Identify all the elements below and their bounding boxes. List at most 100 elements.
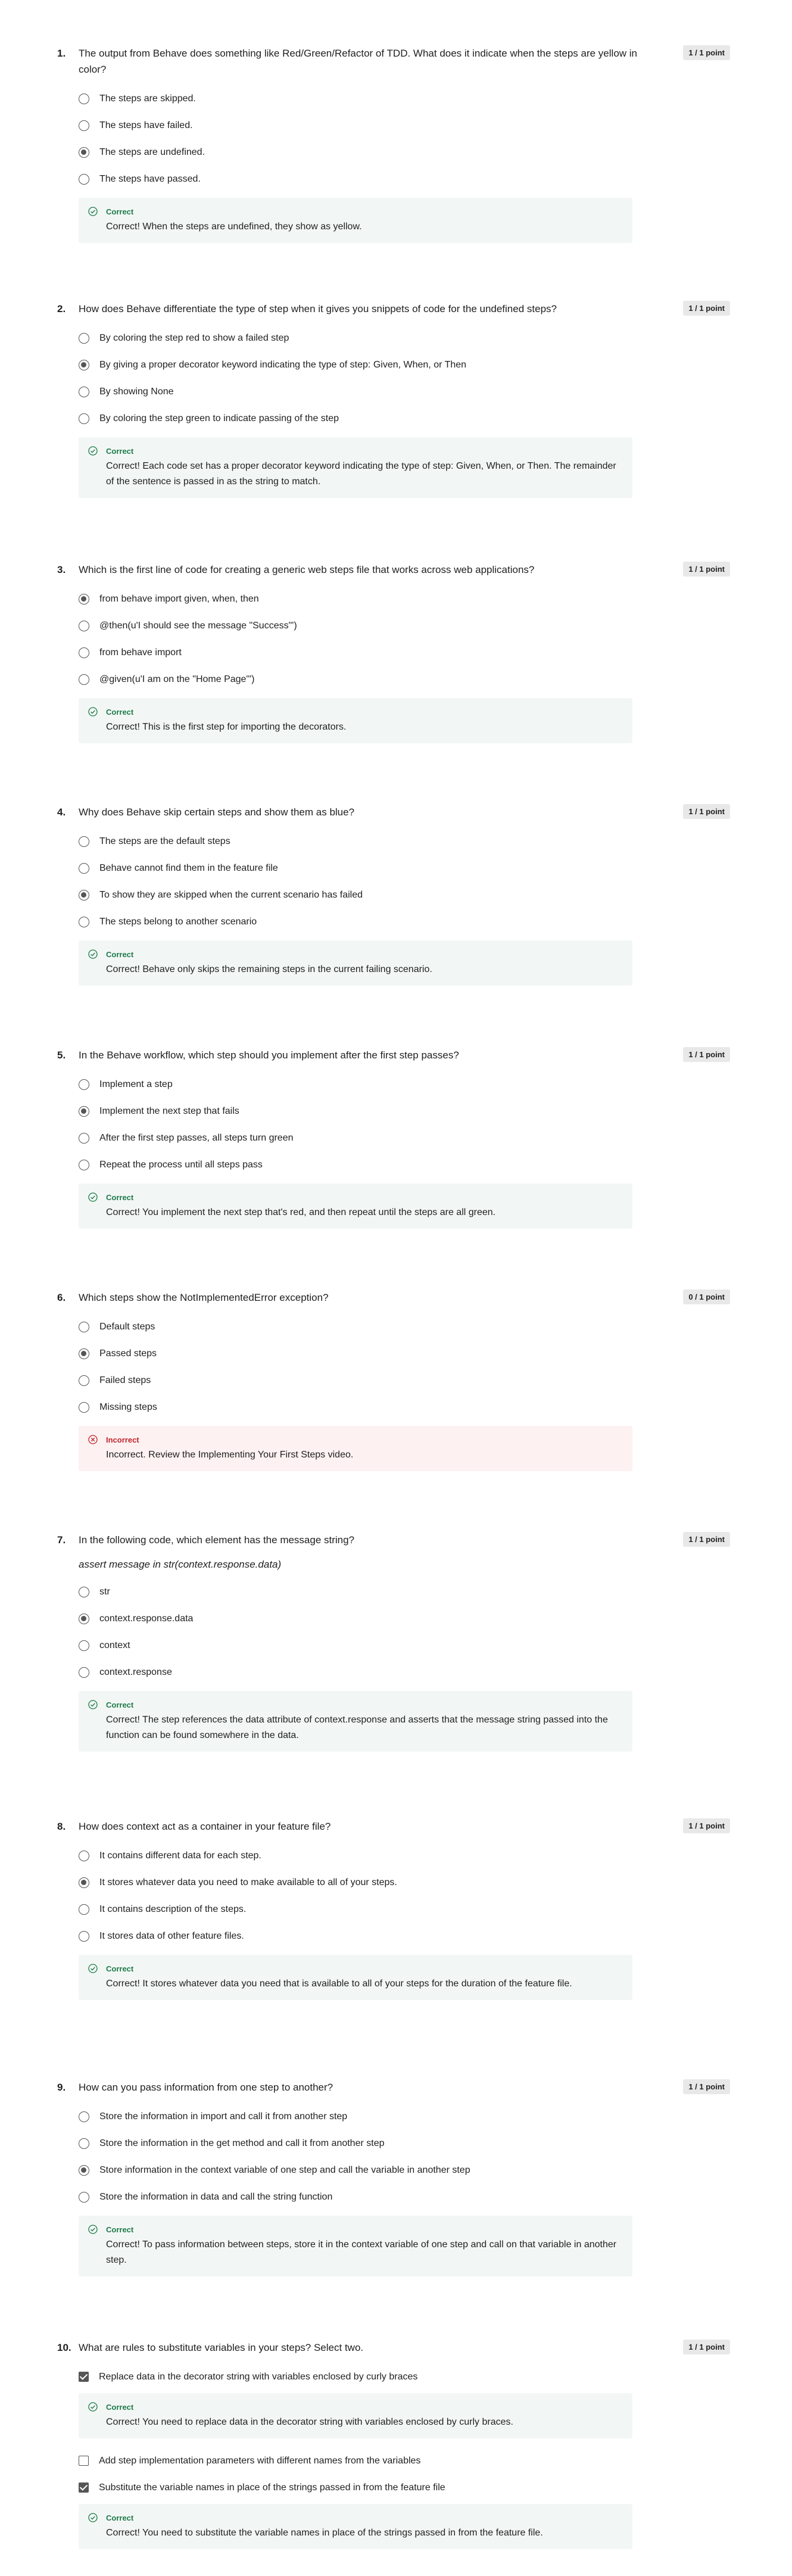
- question-6: 6. Which steps show the NotImplementedErr…: [57, 1289, 730, 1471]
- radio-button[interactable]: [79, 1613, 89, 1624]
- radio-button[interactable]: [79, 1321, 89, 1332]
- radio-button[interactable]: [79, 1401, 89, 1413]
- radio-option[interactable]: The steps are skipped.: [79, 91, 730, 107]
- radio-button[interactable]: [79, 889, 89, 901]
- checkbox[interactable]: [79, 2482, 89, 2493]
- radio-button[interactable]: [79, 147, 89, 158]
- radio-option[interactable]: @then(u'I should see the message "Succes…: [79, 618, 730, 634]
- points-badge: 1 / 1 point: [683, 301, 730, 316]
- checkbox-option[interactable]: Add step implementation parameters with …: [79, 2453, 730, 2469]
- radio-button[interactable]: [79, 413, 89, 424]
- radio-button[interactable]: [79, 1877, 89, 1888]
- radio-option[interactable]: Failed steps: [79, 1372, 730, 1388]
- question-number: 4.: [57, 806, 66, 818]
- option-label: Behave cannot find them in the feature f…: [99, 862, 278, 873]
- radio-option[interactable]: context: [79, 1637, 730, 1653]
- radio-button[interactable]: [79, 2111, 89, 2122]
- radio-button[interactable]: [79, 836, 89, 847]
- feedback-status-label: Correct: [106, 2225, 134, 2234]
- option-label: Add step implementation parameters with …: [99, 2455, 421, 2466]
- radio-button[interactable]: [79, 2138, 89, 2149]
- radio-option[interactable]: By showing None: [79, 384, 730, 400]
- radio-option[interactable]: Store information in the context variabl…: [79, 2162, 730, 2178]
- radio-button[interactable]: [79, 1586, 89, 1597]
- feedback-status-label: Correct: [106, 707, 134, 717]
- question-text: How does context act as a container in y…: [79, 1821, 331, 1832]
- radio-button[interactable]: [79, 674, 89, 685]
- radio-option[interactable]: By giving a proper decorator keyword ind…: [79, 357, 730, 373]
- radio-option[interactable]: str: [79, 1584, 730, 1600]
- option-label: By showing None: [99, 386, 174, 397]
- radio-option[interactable]: Implement the next step that fails: [79, 1103, 730, 1119]
- radio-button[interactable]: [79, 647, 89, 658]
- radio-button[interactable]: [79, 1159, 89, 1170]
- radio-option[interactable]: It stores data of other feature files.: [79, 1928, 730, 1944]
- checkbox-option[interactable]: Substitute the variable names in place o…: [79, 2480, 730, 2496]
- radio-button[interactable]: [79, 620, 89, 631]
- question-4: 4. Why does Behave skip certain steps and…: [57, 804, 730, 986]
- radio-button[interactable]: [79, 2191, 89, 2203]
- radio-button[interactable]: [79, 862, 89, 874]
- radio-option[interactable]: The steps belong to another scenario: [79, 914, 730, 930]
- checkbox[interactable]: [79, 2372, 89, 2382]
- radio-option[interactable]: The steps have passed.: [79, 171, 730, 187]
- radio-button[interactable]: [79, 332, 89, 344]
- checkbox[interactable]: [79, 2456, 89, 2466]
- feedback-status-label: Correct: [106, 1964, 134, 1973]
- radio-option[interactable]: The steps are the default steps: [79, 833, 730, 849]
- radio-option[interactable]: Default steps: [79, 1319, 730, 1335]
- radio-option[interactable]: It contains description of the steps.: [79, 1901, 730, 1917]
- radio-option[interactable]: By coloring the step green to indicate p…: [79, 410, 730, 426]
- radio-option[interactable]: context.response.data: [79, 1611, 730, 1627]
- option-label: The steps have failed.: [99, 120, 193, 130]
- question-number: 2.: [57, 303, 66, 314]
- check-circle-icon: [88, 1700, 98, 1709]
- radio-button[interactable]: [79, 173, 89, 185]
- feedback-status-label: Correct: [106, 2513, 134, 2522]
- radio-option[interactable]: The steps have failed.: [79, 117, 730, 133]
- radio-button[interactable]: [79, 386, 89, 397]
- radio-option[interactable]: After the first step passes, all steps t…: [79, 1130, 730, 1146]
- radio-button[interactable]: [79, 1667, 89, 1678]
- radio-button[interactable]: [79, 120, 89, 131]
- radio-option[interactable]: Behave cannot find them in the feature f…: [79, 860, 730, 876]
- radio-option[interactable]: Store the information in data and call t…: [79, 2189, 730, 2205]
- radio-button[interactable]: [79, 916, 89, 927]
- radio-option[interactable]: Implement a step: [79, 1076, 730, 1092]
- radio-button[interactable]: [79, 1375, 89, 1386]
- radio-option[interactable]: By coloring the step red to show a faile…: [79, 330, 730, 346]
- radio-button[interactable]: [79, 593, 89, 605]
- radio-button[interactable]: [79, 2164, 89, 2176]
- radio-option[interactable]: Store the information in the get method …: [79, 2135, 730, 2151]
- radio-option[interactable]: from behave import: [79, 644, 730, 661]
- radio-option[interactable]: It contains different data for each step…: [79, 1848, 730, 1864]
- radio-option[interactable]: context.response: [79, 1664, 730, 1680]
- radio-button[interactable]: [79, 1105, 89, 1117]
- radio-button[interactable]: [79, 359, 89, 370]
- radio-button[interactable]: [79, 1132, 89, 1144]
- option-label: from behave import given, when, then: [99, 593, 259, 604]
- radio-button[interactable]: [79, 1904, 89, 1915]
- radio-option[interactable]: from behave import given, when, then: [79, 591, 730, 607]
- feedback-box: Correct Correct! The step references the …: [79, 1691, 632, 1752]
- radio-option[interactable]: Repeat the process until all steps pass: [79, 1157, 730, 1173]
- radio-button[interactable]: [79, 1348, 89, 1359]
- checkbox-option[interactable]: Replace data in the decorator string wit…: [79, 2369, 730, 2385]
- radio-option[interactable]: @given(u'I am on the "Home Page"'): [79, 671, 730, 687]
- question-5: 5. In the Behave workflow, which step sho…: [57, 1047, 730, 1229]
- radio-button[interactable]: [79, 93, 89, 104]
- radio-option[interactable]: The steps are undefined.: [79, 144, 730, 160]
- radio-button[interactable]: [79, 1850, 89, 1861]
- radio-option[interactable]: Store the information in import and call…: [79, 2108, 730, 2125]
- radio-button[interactable]: [79, 1930, 89, 1942]
- radio-option[interactable]: Missing steps: [79, 1399, 730, 1415]
- radio-option[interactable]: Passed steps: [79, 1345, 730, 1362]
- radio-button[interactable]: [79, 1079, 89, 1090]
- options-list: Replace data in the decorator string wit…: [79, 2369, 730, 2549]
- radio-option[interactable]: To show they are skipped when the curren…: [79, 887, 730, 903]
- question-10: 10. What are rules to substitute variable…: [57, 2340, 730, 2563]
- question-8: 8. How does context act as a container in…: [57, 1818, 730, 2000]
- radio-option[interactable]: It stores whatever data you need to make…: [79, 1874, 730, 1890]
- option-label: By coloring the step green to indicate p…: [99, 413, 339, 423]
- radio-button[interactable]: [79, 1640, 89, 1651]
